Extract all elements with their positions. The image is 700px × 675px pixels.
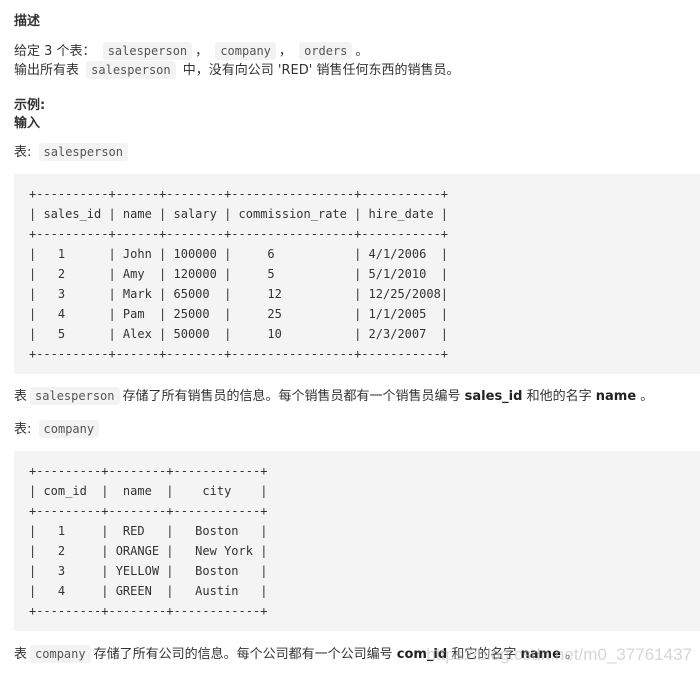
- salesperson-table-name: salesperson: [38, 143, 129, 161]
- desc-name-field: name: [595, 389, 637, 404]
- separator: ，: [195, 44, 209, 59]
- period: 。: [355, 44, 369, 59]
- table-label-prefix: 表:: [14, 145, 32, 160]
- task-prefix: 输出所有表: [14, 63, 80, 78]
- section-title: 描述: [14, 14, 41, 29]
- table-name-company: company: [215, 42, 276, 60]
- task-suffix: 中，没有向公司 'RED' 销售任何东西的销售员。: [182, 63, 460, 78]
- desc-prefix: 表: [14, 647, 28, 662]
- desc-middle: 存储了所有销售员的信息。每个销售员都有一个销售员编号: [122, 389, 461, 404]
- salesperson-desc-table-name: salesperson: [30, 387, 120, 405]
- input-label: 输入: [14, 116, 41, 131]
- desc-end: 。: [640, 389, 654, 404]
- table-label-prefix: 表:: [14, 422, 32, 437]
- company-table-name: company: [38, 420, 100, 438]
- watermark: https://blog.csdn.net/m0_37761437: [426, 645, 692, 664]
- desc-key-field: sales_id: [464, 389, 523, 404]
- intro-given-text: 给定 3 个表：: [14, 44, 96, 59]
- table-name-orders: orders: [299, 42, 353, 60]
- desc-middle: 存储了所有公司的信息。每个公司都有一个公司编号: [93, 647, 393, 662]
- salesperson-description: 表 salesperson 存储了所有销售员的信息。每个销售员都有一个销售员编号 s…: [14, 386, 653, 407]
- task-table-name: salesperson: [86, 61, 176, 79]
- intro-tables-line: 给定 3 个表： salesperson， company， orders。: [14, 41, 368, 62]
- company-table-block: +---------+--------+------------+ | com_…: [14, 451, 700, 631]
- example-label: 示例:: [14, 98, 46, 113]
- company-table-label: 表: company: [14, 419, 102, 440]
- company-desc-table-name: company: [30, 645, 91, 663]
- intro-task-line: 输出所有表 salesperson 中，没有向公司 'RED' 销售任何东西的销…: [14, 60, 459, 81]
- separator: ，: [278, 44, 292, 59]
- desc-prefix: 表: [14, 389, 28, 404]
- desc-and: 和他的名字: [526, 389, 592, 404]
- salesperson-table-label: 表: salesperson: [14, 142, 131, 163]
- table-name-salesperson: salesperson: [102, 42, 193, 60]
- salesperson-table-block: +----------+------+--------+------------…: [14, 174, 700, 374]
